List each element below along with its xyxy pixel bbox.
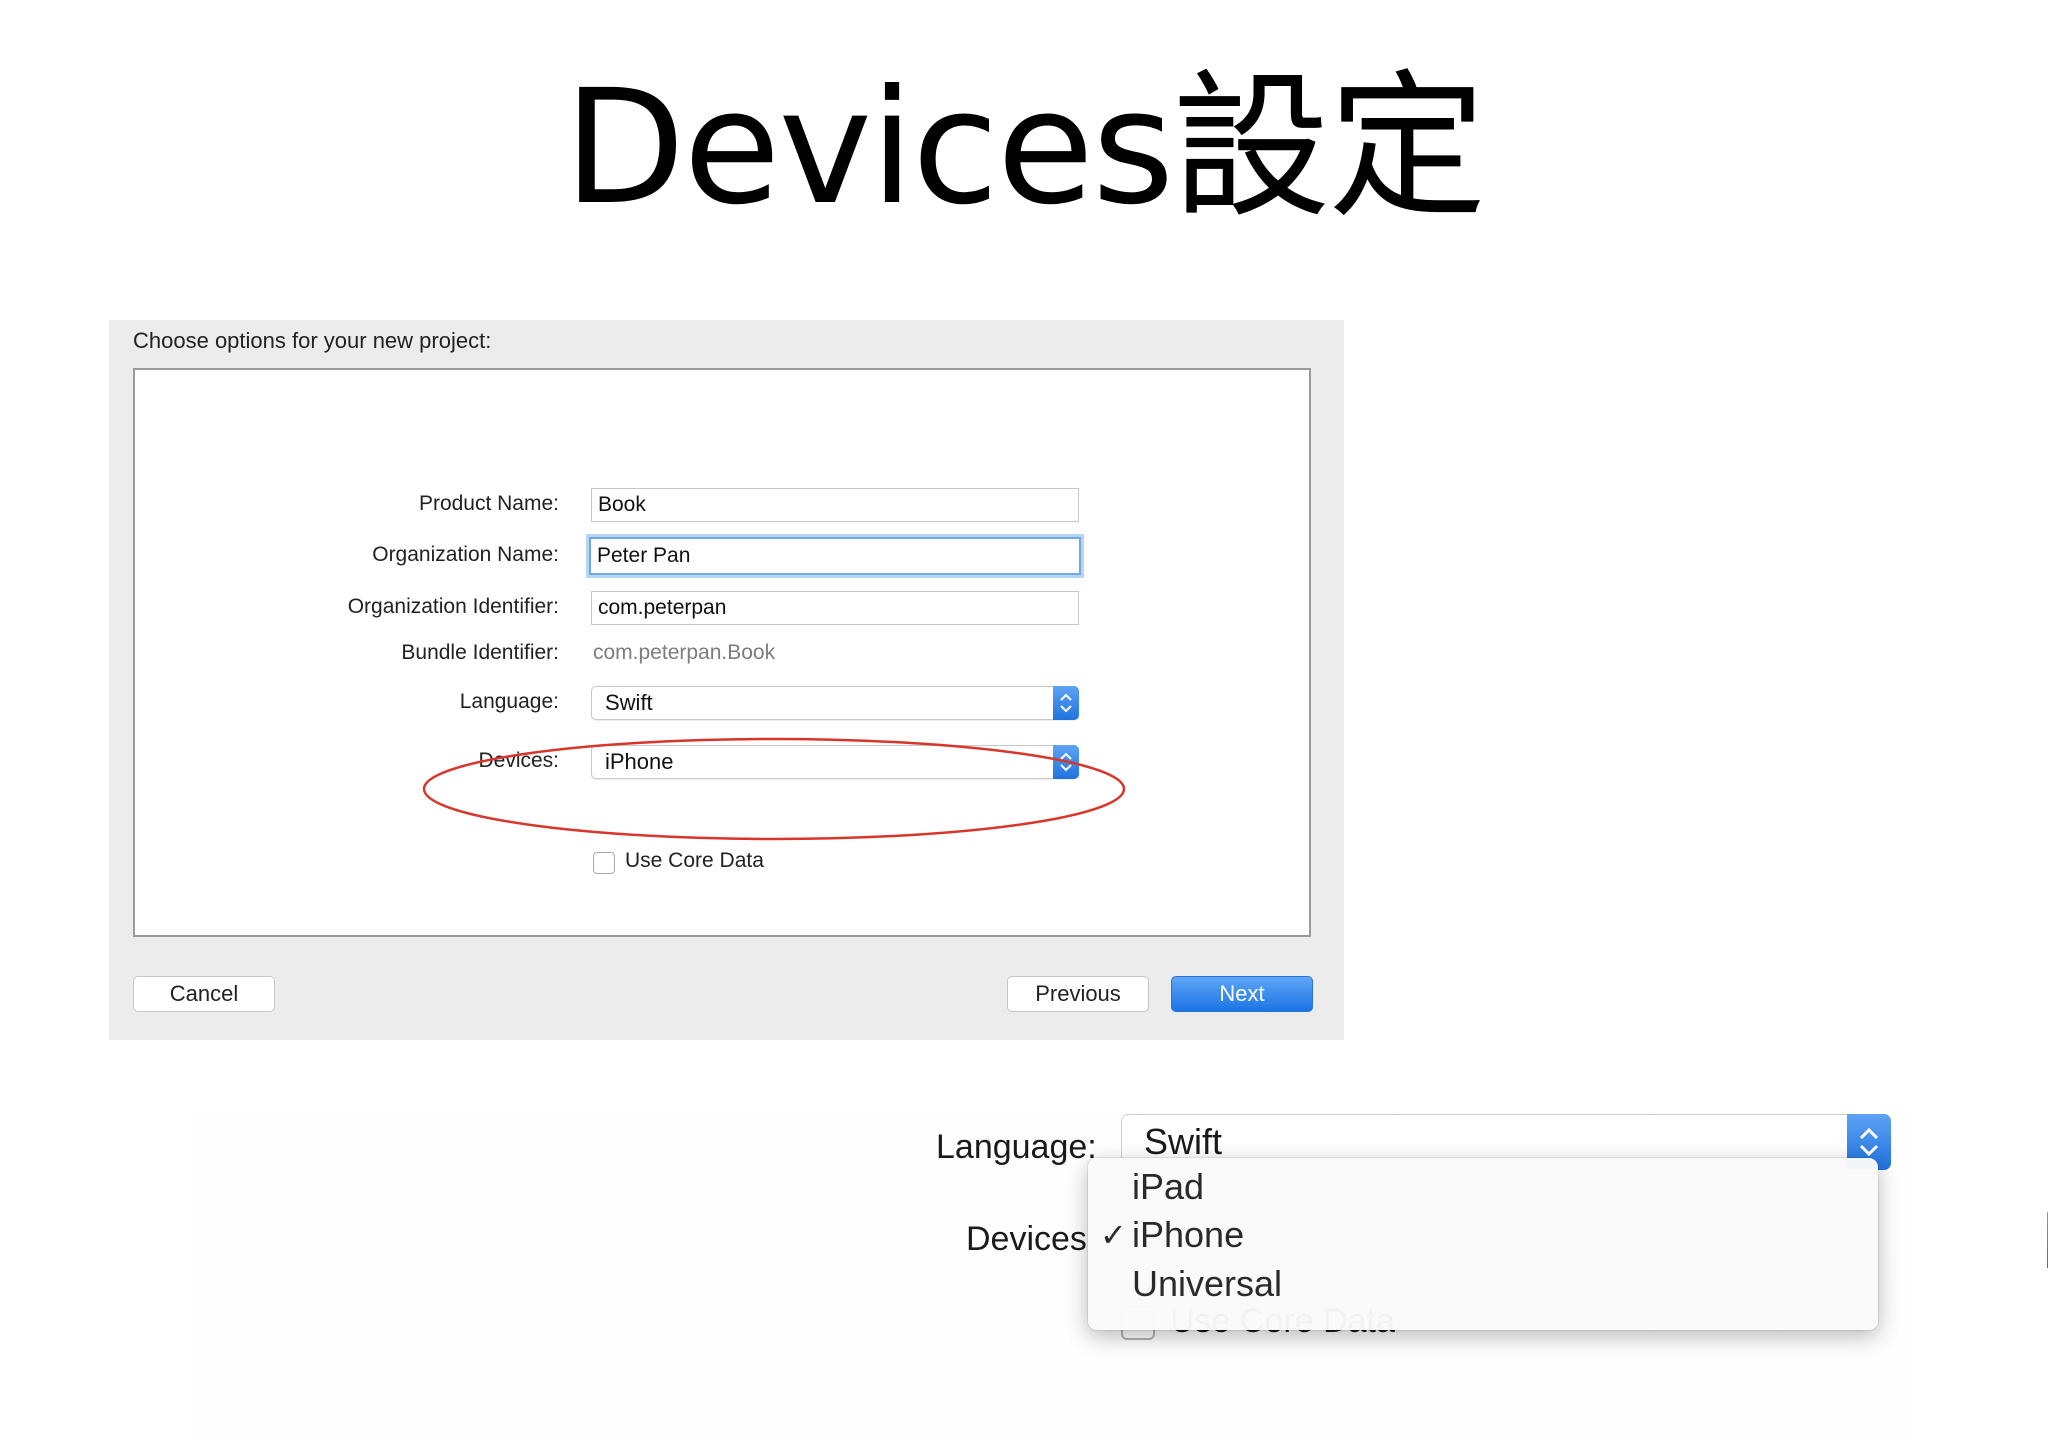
checkmark-icon: ✓	[1100, 1217, 1127, 1253]
inset-language-value: Swift	[1144, 1121, 1223, 1162]
product-name-field[interactable]: Book	[591, 488, 1079, 522]
inset-devices-label: Devices	[966, 1220, 1087, 1258]
organization-identifier-label: Organization Identifier:	[347, 595, 559, 618]
previous-button[interactable]: Previous	[1007, 976, 1149, 1012]
menu-item-universal[interactable]: Universal	[1132, 1263, 1282, 1305]
devices-highlight-ellipse	[422, 737, 1126, 841]
popup-arrows-icon	[1053, 686, 1079, 720]
organization-identifier-field[interactable]: com.peterpan	[591, 591, 1079, 625]
dialog-heading: Choose options for your new project:	[133, 328, 492, 353]
inset-language-label: Language:	[936, 1128, 1097, 1166]
language-popup-value: Swift	[605, 690, 653, 715]
use-core-data-label: Use Core Data	[625, 849, 764, 872]
organization-name-field[interactable]: Peter Pan	[589, 537, 1081, 575]
use-core-data-checkbox[interactable]	[593, 852, 615, 874]
new-project-dialog: Choose options for your new project: Pro…	[109, 320, 1344, 1040]
bundle-identifier-value: com.peterpan.Book	[593, 641, 776, 664]
options-panel: Product Name: Book Organization Name: Pe…	[133, 368, 1311, 937]
devices-dropdown-zoom: Language: Swift Devices Use Core Data iP…	[192, 1040, 2048, 1440]
devices-dropdown-menu: iPad ✓ iPhone Universal	[1088, 1158, 1878, 1330]
product-name-label: Product Name:	[418, 492, 559, 515]
organization-name-label: Organization Name:	[372, 543, 559, 566]
menu-item-iphone[interactable]: iPhone	[1132, 1214, 1244, 1256]
slide-title: Devices設定	[563, 56, 1487, 240]
bundle-identifier-label: Bundle Identifier:	[401, 641, 559, 664]
language-label: Language:	[459, 690, 559, 713]
menu-item-ipad[interactable]: iPad	[1132, 1166, 1204, 1208]
language-popup[interactable]: Swift	[591, 686, 1079, 720]
cancel-button[interactable]: Cancel	[133, 976, 275, 1012]
next-button[interactable]: Next	[1171, 976, 1313, 1012]
